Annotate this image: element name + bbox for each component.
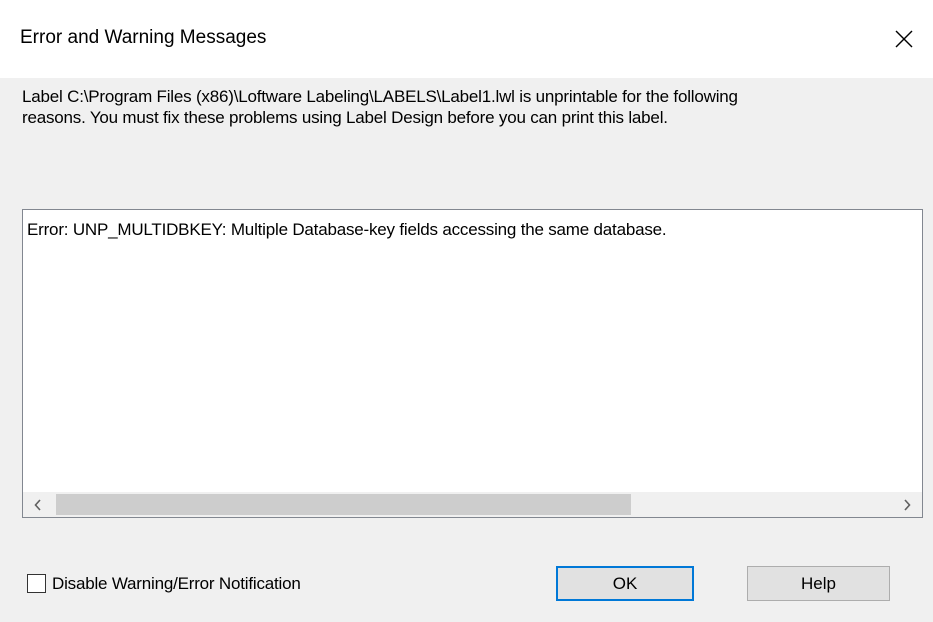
chevron-right-icon (904, 498, 911, 511)
close-icon (895, 30, 913, 48)
message-line-1: Label C:\Program Files (x86)\Loftware La… (22, 87, 738, 106)
window-title: Error and Warning Messages (20, 27, 267, 48)
close-button[interactable] (875, 0, 933, 78)
error-list-item: Error: UNP_MULTIDBKEY: Multiple Database… (27, 220, 667, 239)
disable-notification-option[interactable]: Disable Warning/Error Notification (27, 572, 301, 594)
scroll-left-button[interactable] (23, 492, 53, 517)
error-list[interactable]: Error: UNP_MULTIDBKEY: Multiple Database… (22, 209, 923, 518)
disable-notification-label: Disable Warning/Error Notification (52, 573, 301, 593)
horizontal-scrollbar[interactable] (23, 492, 922, 517)
error-warning-dialog: Error and Warning Messages Label C:\Prog… (0, 0, 933, 622)
disable-notification-checkbox[interactable] (27, 573, 46, 593)
unprintable-message: Label C:\Program Files (x86)\Loftware La… (22, 86, 927, 128)
chevron-left-icon (34, 498, 41, 511)
ok-button[interactable]: OK (556, 566, 694, 601)
help-button[interactable]: Help (747, 566, 890, 601)
message-line-2: reasons. You must fix these problems usi… (22, 108, 668, 127)
title-bar: Error and Warning Messages (0, 0, 933, 78)
scrollbar-thumb[interactable] (56, 494, 631, 515)
scroll-right-button[interactable] (892, 492, 922, 517)
